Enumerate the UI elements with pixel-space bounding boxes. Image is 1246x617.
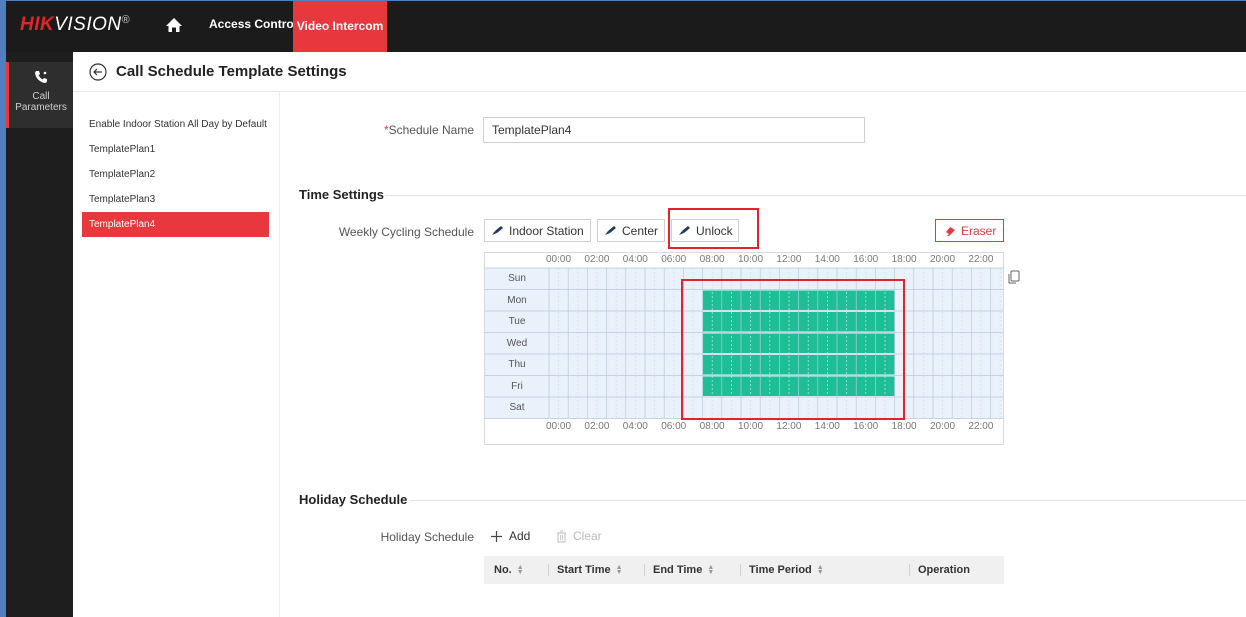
time-settings-heading: Time Settings [299,187,385,202]
column-end-time[interactable]: End Time ▲ ▼ [644,556,715,584]
column-label: No. [494,564,512,576]
hour-label: 18:00 [891,420,917,432]
eraser-button[interactable]: Eraser [935,219,1004,242]
brush-icon [492,225,503,235]
hour-label: 14:00 [814,254,840,265]
button-label: Indoor Station [509,223,584,238]
center-brush-button[interactable]: Center [597,219,665,242]
sidebar-item-label: Call Parameters [15,91,67,113]
schedule-name-input[interactable] [483,117,865,143]
day-label-sun: Sun [508,273,526,284]
day-label-tue: Tue [508,316,526,327]
column-label: End Time [653,564,703,576]
hour-label: 20:00 [930,254,956,265]
plus-icon [491,530,502,542]
sort-icon: ▲ ▼ [707,564,715,576]
schedule-highlight-box [681,279,905,420]
holiday-schedule-label: Holiday Schedule [380,530,474,544]
button-label: Clear [573,529,602,543]
hour-label: 10:00 [738,254,764,265]
left-sidebar: Call Parameters [6,52,73,617]
hour-label: 10:00 [738,420,764,432]
column-separator [909,564,910,576]
copy-icon[interactable] [1008,270,1020,284]
button-label: Eraser [961,223,997,238]
unlock-highlight-box [668,208,759,249]
column-label: Operation [918,564,970,576]
add-holiday-button[interactable]: Add [490,529,530,543]
hour-label: 16:00 [853,254,879,265]
column-separator [644,564,645,576]
nav-access-control[interactable]: Access Control [209,17,297,31]
hour-label: 16:00 [853,420,879,432]
hour-label: 12:00 [776,254,802,265]
hour-label: 06:00 [661,254,687,265]
template-item[interactable]: Enable Indoor Station All Day by Default [82,112,269,137]
hour-label: 04:00 [622,420,648,432]
hour-label: 08:00 [699,420,725,432]
day-label-sat: Sat [509,402,525,413]
indoor-station-brush-button[interactable]: Indoor Station [484,219,591,242]
divider [279,92,280,617]
day-label-thu: Thu [508,359,526,370]
back-arrow-icon[interactable] [89,63,107,81]
section-divider [385,195,1246,196]
trash-icon [557,530,566,542]
home-icon[interactable] [165,16,183,34]
nav-video-intercom[interactable]: Video Intercom [293,1,387,52]
button-label: Center [622,223,659,238]
hour-label: 20:00 [930,420,956,432]
hikvision-logo: HIKVISION® [20,14,131,35]
hour-label: 14:00 [814,420,840,432]
hour-label: 08:00 [699,254,725,265]
template-item[interactable]: TemplatePlan3 [82,187,269,212]
day-label-mon: Mon [507,294,527,306]
weekly-schedule-label: Weekly Cycling Schedule [338,225,474,239]
column-no[interactable]: No. ▲ ▼ [494,556,524,584]
hour-label: 12:00 [776,420,802,432]
brush-icon [605,225,616,235]
template-item[interactable]: TemplatePlan2 [82,162,269,187]
column-label: Time Period [749,564,812,576]
template-list: Enable Indoor Station All Day by Default… [82,112,269,237]
hour-label: 06:00 [661,420,687,432]
hour-label: 02:00 [584,420,610,432]
column-label: Start Time [557,564,611,576]
template-item[interactable]: TemplatePlan1 [82,137,269,162]
hour-label: 18:00 [891,254,917,265]
column-operation: Operation [909,556,970,584]
holiday-table-header: No. ▲ ▼ Start Time ▲ ▼ End Time ▲ ▼ Time Perio… [484,556,1004,584]
hour-label: 04:00 [622,254,648,265]
hour-label: 22:00 [968,420,994,432]
sort-icon: ▲ ▼ [516,564,524,576]
clear-holiday-button[interactable]: Clear [556,529,602,543]
holiday-schedule-heading: Holiday Schedule [299,492,408,507]
column-start-time[interactable]: Start Time ▲ ▼ [548,556,623,584]
button-label: Add [509,529,531,543]
eraser-icon [943,226,955,236]
page-title: Call Schedule Template Settings [116,63,347,80]
schedule-name-label: *Schedule Name [383,123,474,137]
hour-label: 00:00 [546,254,572,265]
hour-label: 22:00 [968,254,994,265]
page-header: Call Schedule Template Settings [73,52,1246,92]
column-separator [548,564,549,576]
phone-icon [35,71,47,83]
top-navigation-bar: HIKVISION® Access Control Video Intercom [6,1,1246,52]
template-item-selected[interactable]: TemplatePlan4 [82,212,269,237]
column-separator [740,564,741,576]
sidebar-item-call-parameters[interactable]: Call Parameters [6,62,73,128]
sort-icon: ▲ ▼ [816,564,824,576]
column-time-period[interactable]: Time Period ▲ ▼ [740,556,824,584]
hour-label: 02:00 [584,254,610,265]
section-divider [410,500,1246,501]
day-label-fri: Fri [511,380,523,392]
day-label-wed: Wed [506,337,528,349]
sort-icon: ▲ ▼ [615,564,623,576]
hour-label: 00:00 [546,420,572,432]
